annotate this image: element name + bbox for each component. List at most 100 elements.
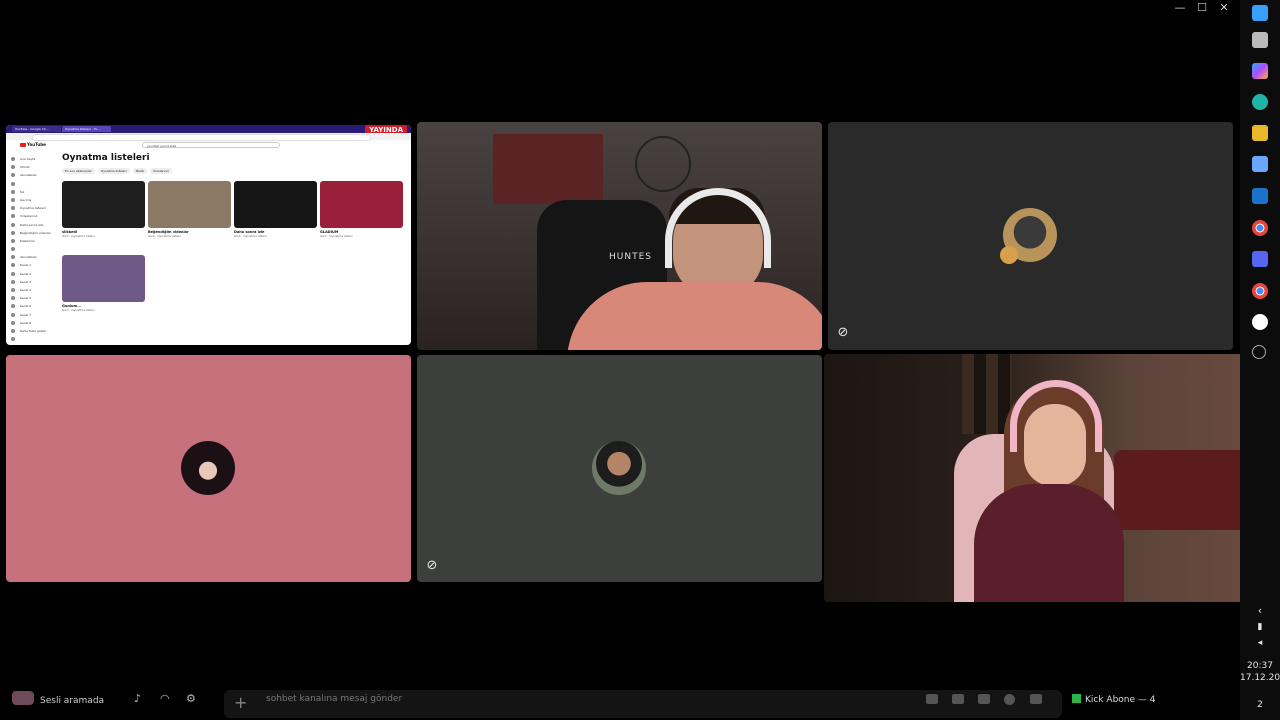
- bottom-bar: Sesli aramada ♪ ◠ ⚙ + sohbet kanalına me…: [0, 686, 1240, 720]
- file-explorer-icon[interactable]: [1252, 125, 1268, 141]
- task-view-icon[interactable]: [1252, 32, 1268, 48]
- edge-icon[interactable]: [1252, 94, 1268, 110]
- headphones: [1010, 380, 1102, 452]
- participant-tile[interactable]: ⊘: [828, 122, 1233, 350]
- sidebar-item[interactable]: Daha sonra izle: [10, 221, 58, 229]
- screen-share-tile[interactable]: YouTube - Google Ch... Oynatma listeleri…: [6, 125, 411, 345]
- sidebar-item[interactable]: Shorts: [10, 163, 58, 171]
- sidebar-item[interactable]: Abonelikler: [10, 253, 58, 261]
- playlist-card[interactable]: siikkedi Gizli · Oynatma listesi: [62, 181, 145, 238]
- sidebar-item[interactable]: Kanal 4: [10, 286, 58, 294]
- playlist-card[interactable]: Gunlum... Gizli · Oynatma listesi: [62, 255, 145, 312]
- chip[interactable]: Müzik: [132, 168, 148, 174]
- browser-tabbar: YouTube - Google Ch... Oynatma listeleri…: [6, 125, 411, 133]
- playlist-thumbnail: [320, 181, 403, 228]
- taskbar: ‹ ▮ ◂ 20:37 17.12.2025 2: [1240, 0, 1280, 720]
- playlist-thumbnail: [234, 181, 317, 228]
- wall-painting: [493, 134, 603, 204]
- sidebar-item[interactable]: Klipleriniz: [10, 237, 58, 245]
- sidebar-item[interactable]: [10, 180, 58, 188]
- person-hoodie: [974, 484, 1124, 602]
- store-icon[interactable]: [1252, 156, 1268, 172]
- voice-status[interactable]: Sesli aramada: [40, 696, 104, 706]
- mic-icon[interactable]: ♪: [134, 692, 141, 705]
- chip[interactable]: Kurslarınız: [150, 168, 172, 174]
- close-icon[interactable]: ✕: [1218, 2, 1230, 14]
- clock-time[interactable]: 20:37: [1240, 661, 1280, 671]
- sidebar-item[interactable]: Kanal 5: [10, 294, 58, 302]
- tray-volume-icon[interactable]: ◂: [1240, 638, 1280, 648]
- gif-icon[interactable]: [952, 694, 964, 704]
- clock-app-icon[interactable]: [1252, 345, 1266, 359]
- sidebar-item[interactable]: Kanal 2: [10, 270, 58, 278]
- browser-tab[interactable]: Oynatma listeleri - Yo...: [62, 126, 111, 132]
- chat-input[interactable]: sohbet kanalına mesaj gönder: [266, 694, 402, 704]
- chat-input-bar[interactable]: + sohbet kanalına mesaj gönder: [224, 690, 1062, 718]
- gift-icon[interactable]: [926, 694, 938, 704]
- sidebar-item[interactable]: Kanal 6: [10, 302, 58, 310]
- filter-chips: En son eklenenler Oynatma listeleri Müzi…: [62, 168, 172, 174]
- youtube-sidebar: Ana Sayfa Shorts Abonelikler Siz Geçmiş Oynat…: [10, 155, 58, 345]
- sidebar-item[interactable]: Kanal 7: [10, 311, 58, 319]
- apps-icon[interactable]: [1030, 694, 1042, 704]
- notification-badge[interactable]: 2: [1240, 700, 1280, 710]
- playlist-thumbnail: [62, 255, 145, 302]
- youtube-logo-text: YouTube: [27, 142, 46, 147]
- chrome-profile-icon[interactable]: [1252, 283, 1268, 299]
- sidebar-item[interactable]: Kanal 8: [10, 319, 58, 327]
- copilot-icon[interactable]: [1252, 63, 1268, 79]
- kick-text: Kick Abone — 4: [1085, 695, 1156, 705]
- sidebar-item[interactable]: Daha fazla göster: [10, 327, 58, 335]
- participant-tile[interactable]: [6, 355, 411, 582]
- sidebar-item[interactable]: Videolarınız: [10, 212, 58, 220]
- playlist-subtitle: Gizli · Oynatma listesi: [62, 234, 95, 238]
- tray-chevron-icon[interactable]: ‹: [1240, 604, 1280, 617]
- avatar: [592, 441, 646, 495]
- start-icon[interactable]: [1252, 5, 1268, 21]
- playlist-subtitle: Gizli · Oynatma listesi: [148, 234, 181, 238]
- playlist-subtitle: Gizli · Oynatma listesi: [62, 308, 95, 312]
- sidebar-item[interactable]: [10, 335, 58, 343]
- sidebar-item[interactable]: Geçmiş: [10, 196, 58, 204]
- tray-mic-icon[interactable]: ▮: [1240, 622, 1280, 632]
- sidebar-item[interactable]: Kanal 3: [10, 278, 58, 286]
- emoji-icon[interactable]: [1004, 694, 1015, 705]
- headset-icon[interactable]: ◠: [160, 692, 170, 705]
- add-attachment-icon[interactable]: +: [234, 693, 247, 712]
- sidebar-item[interactable]: Abonelikler: [10, 171, 58, 179]
- sticker-icon[interactable]: [978, 694, 990, 704]
- clock-date[interactable]: 17.12.2025: [1240, 673, 1280, 683]
- playlist-card[interactable]: GLADIUM Gizli · Oynatma listesi: [320, 181, 403, 238]
- sidebar-item[interactable]: Kanal 1: [10, 261, 58, 269]
- sidebar-item[interactable]: Siz: [10, 188, 58, 196]
- settings-icon[interactable]: ⚙: [186, 692, 196, 705]
- sidebar-item[interactable]: Ana Sayfa: [10, 155, 58, 163]
- muted-mic-icon: ⊘: [837, 325, 849, 340]
- browser-tab[interactable]: YouTube - Google Ch...: [12, 126, 61, 132]
- maximize-icon[interactable]: ☐: [1196, 2, 1208, 14]
- playlist-card[interactable]: Beğendiğim videolar Gizli · Oynatma list…: [148, 181, 231, 238]
- sidebar-item[interactable]: [10, 245, 58, 253]
- user-avatar[interactable]: [12, 691, 34, 705]
- playlist-card[interactable]: Daha sonra izle Gizli · Oynatma listesi: [234, 181, 317, 238]
- participant-tile[interactable]: ⊘: [417, 355, 822, 582]
- kick-icon: [1072, 694, 1081, 703]
- sidebar-item[interactable]: Keşfet: [10, 343, 58, 345]
- kick-sub-notice[interactable]: Kick Abone — 4: [1072, 694, 1156, 705]
- sidebar-item[interactable]: Oynatma listeleri: [10, 204, 58, 212]
- outlook-icon[interactable]: [1252, 188, 1268, 204]
- sidebar-item[interactable]: Beğendiğim videolar: [10, 229, 58, 237]
- search-input[interactable]: you feel you're bad: [142, 142, 280, 148]
- chip[interactable]: En son eklenenler: [62, 168, 95, 174]
- minimize-icon[interactable]: —: [1174, 2, 1186, 14]
- voice-status-text: Sesli aramada: [40, 696, 105, 706]
- camera-tile[interactable]: HUNTES: [417, 122, 822, 350]
- discord-icon[interactable]: [1252, 251, 1268, 267]
- playlist-thumbnail: [62, 181, 145, 228]
- obs-icon[interactable]: [1252, 314, 1268, 330]
- chip[interactable]: Oynatma listeleri: [97, 168, 130, 174]
- wall-decor: [635, 136, 691, 192]
- camera-tile[interactable]: [824, 354, 1262, 602]
- playlist-subtitle: Gizli · Oynatma listesi: [320, 234, 353, 238]
- chrome-icon[interactable]: [1252, 220, 1268, 236]
